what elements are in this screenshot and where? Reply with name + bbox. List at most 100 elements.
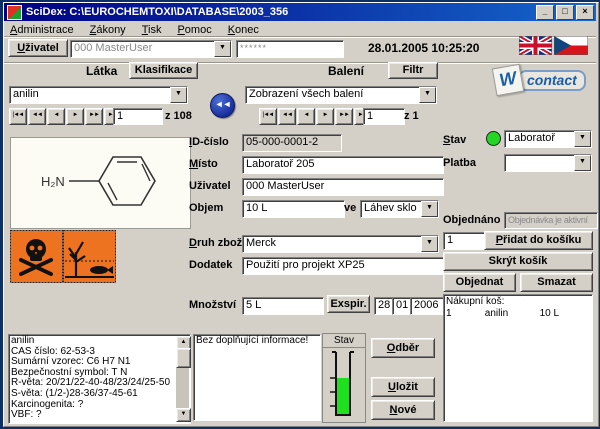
back-icon[interactable]: ◄◄ — [210, 93, 235, 118]
title-bar[interactable]: SciDex: C:\EUROCHEMTOXI\DATABASE\2003_35… — [4, 3, 596, 21]
stav-combo[interactable]: Laboratoř ▼ — [504, 130, 592, 148]
next-record-button[interactable]: ► — [66, 108, 84, 125]
mnozstvi-field[interactable]: 5 L — [242, 297, 324, 315]
close-button[interactable]: × — [576, 5, 594, 20]
misto-field[interactable]: Laboratoř 205 — [242, 156, 444, 174]
minimize-button[interactable]: _ — [536, 5, 554, 20]
druh-combo-value: Merck — [243, 236, 421, 252]
substance-index-input[interactable]: 1 — [113, 108, 163, 125]
uzivatel-label: Uživatel — [189, 180, 231, 192]
prev-record-button[interactable]: ◄ — [297, 108, 315, 125]
nove-button[interactable]: Nové — [371, 400, 435, 420]
cart-item-qty: 1 — [446, 308, 482, 320]
chevron-down-icon[interactable]: ▼ — [170, 87, 187, 103]
cart-row[interactable]: 1 anilin 10 L — [446, 308, 590, 320]
menu-konec[interactable]: Konec — [228, 24, 259, 36]
delete-button[interactable]: Smazat — [520, 273, 593, 292]
environment-hazard-icon — [64, 231, 116, 283]
uk-flag-icon[interactable] — [519, 36, 552, 55]
first-record-button[interactable]: |◄◄ — [9, 108, 27, 125]
ve-label: ve — [344, 202, 356, 214]
packaging-view-combo[interactable]: Zobrazení všech balení ▼ — [245, 86, 437, 104]
menu-zakony[interactable]: Zákony — [90, 24, 126, 36]
svg-text:H₂N: H₂N — [41, 174, 65, 189]
exp-year-field[interactable]: 2006 — [410, 297, 444, 315]
menu-pomoc[interactable]: Pomoc — [177, 24, 211, 36]
user-combo-value: 000 MasterUser — [71, 41, 214, 57]
odber-button[interactable]: Odběr — [371, 338, 435, 358]
fast-prev-button[interactable]: ◄◄ — [28, 108, 46, 125]
structure-panel: H₂N — [10, 137, 191, 229]
cart-header: Nákupní koš: — [446, 296, 590, 308]
packaging-total-label: z 1 — [404, 110, 419, 122]
baleni-heading: Balení — [328, 64, 364, 78]
dodatek-field[interactable]: Použití pro projekt XP25 — [242, 257, 444, 275]
container-combo-value: Láhev sklo — [361, 201, 421, 217]
stav-combo-value: Laboratoř — [505, 131, 574, 147]
objem-field[interactable]: 10 L — [242, 200, 345, 218]
info-line: VBF: ? — [11, 410, 175, 421]
aniline-structure-image: H₂N — [11, 138, 188, 226]
menu-tisk[interactable]: Tisk — [142, 24, 162, 36]
platba-label: Platba — [443, 157, 476, 169]
fast-prev-button[interactable]: ◄◄ — [278, 108, 296, 125]
substance-combo[interactable]: anilin ▼ — [9, 86, 188, 104]
klasifikace-button[interactable]: Klasifikace — [129, 62, 198, 79]
packaging-index-input[interactable]: 1 — [363, 108, 405, 125]
logo-text: contact — [518, 70, 586, 91]
info-scrollbar[interactable]: ▲ ▼ — [176, 336, 189, 422]
logo-w-icon: W — [492, 64, 524, 96]
cart-item-amount: 10 L — [540, 308, 559, 320]
ulozit-button[interactable]: Uložit — [371, 377, 435, 397]
scroll-thumb[interactable] — [176, 348, 191, 368]
chevron-down-icon[interactable]: ▼ — [574, 155, 591, 171]
substance-total-label: z 108 — [165, 110, 192, 122]
menu-bar: Administrace Zákony Tisk Pomoc Konec — [4, 22, 600, 37]
cart-listbox[interactable]: Nákupní koš: 1 anilin 10 L — [443, 294, 593, 422]
chevron-down-icon[interactable]: ▼ — [574, 131, 591, 147]
password-input[interactable]: ****** — [236, 40, 344, 58]
packaging-nav: |◄◄ ◄◄ ◄ ► ►► ►►| — [259, 108, 372, 125]
toxic-skull-icon — [11, 231, 63, 283]
gauge-label: Stav — [323, 334, 365, 348]
first-record-button[interactable]: |◄◄ — [259, 108, 277, 125]
user-button[interactable]: Uživatel — [8, 39, 68, 57]
objem-label: Objem — [189, 202, 223, 214]
info-line: S-věta: (1/2-)28-36/37-45-61 — [11, 389, 175, 400]
app-icon — [7, 5, 22, 20]
hide-cart-button[interactable]: Skrýt košík — [443, 252, 593, 271]
chevron-down-icon[interactable]: ▼ — [421, 236, 438, 252]
chevron-down-icon[interactable]: ▼ — [419, 87, 436, 103]
cart-qty-input[interactable]: 1 — [443, 232, 485, 250]
id-field: 05-000-0001-2 — [242, 134, 342, 152]
add-to-cart-button[interactable]: Přidat do košíku — [484, 231, 593, 250]
objednano-field: Objednávka je aktivní — [504, 212, 598, 229]
substance-info-box[interactable]: anilin CAS číslo: 62-53-3 Sumární vzorec… — [8, 334, 191, 424]
chevron-down-icon[interactable]: ▼ — [214, 41, 231, 57]
menu-administrace[interactable]: Administrace — [10, 24, 74, 36]
container-combo[interactable]: Láhev sklo ▼ — [360, 200, 439, 218]
order-button[interactable]: Objednat — [443, 273, 516, 292]
exspir-button[interactable]: Exspir. — [327, 295, 370, 313]
fast-next-button[interactable]: ►► — [335, 108, 353, 125]
czech-flag-icon[interactable] — [554, 36, 588, 55]
objednano-label: Objednáno — [443, 214, 500, 226]
filtr-button[interactable]: Filtr — [388, 62, 438, 79]
level-gauge: Stav — [322, 333, 366, 423]
id-label: ID-číslo — [189, 136, 229, 148]
chevron-down-icon[interactable]: ▼ — [421, 201, 438, 217]
uzivatel-field[interactable]: 000 MasterUser — [242, 178, 444, 196]
window-title: SciDex: C:\EUROCHEMTOXI\DATABASE\2003_35… — [26, 6, 536, 18]
user-combo[interactable]: 000 MasterUser ▼ — [70, 40, 232, 58]
note-box[interactable]: Bez doplňující informace! — [193, 334, 321, 421]
fast-next-button[interactable]: ►► — [85, 108, 103, 125]
druh-label: Druh zboží — [189, 237, 245, 249]
platba-combo-value — [505, 155, 574, 171]
prev-record-button[interactable]: ◄ — [47, 108, 65, 125]
druh-combo[interactable]: Merck ▼ — [242, 235, 439, 253]
packaging-view-value: Zobrazení všech balení — [246, 87, 419, 103]
platba-combo[interactable]: ▼ — [504, 154, 592, 172]
scroll-down-icon[interactable]: ▼ — [176, 408, 191, 422]
next-record-button[interactable]: ► — [316, 108, 334, 125]
maximize-button[interactable]: □ — [556, 5, 574, 20]
